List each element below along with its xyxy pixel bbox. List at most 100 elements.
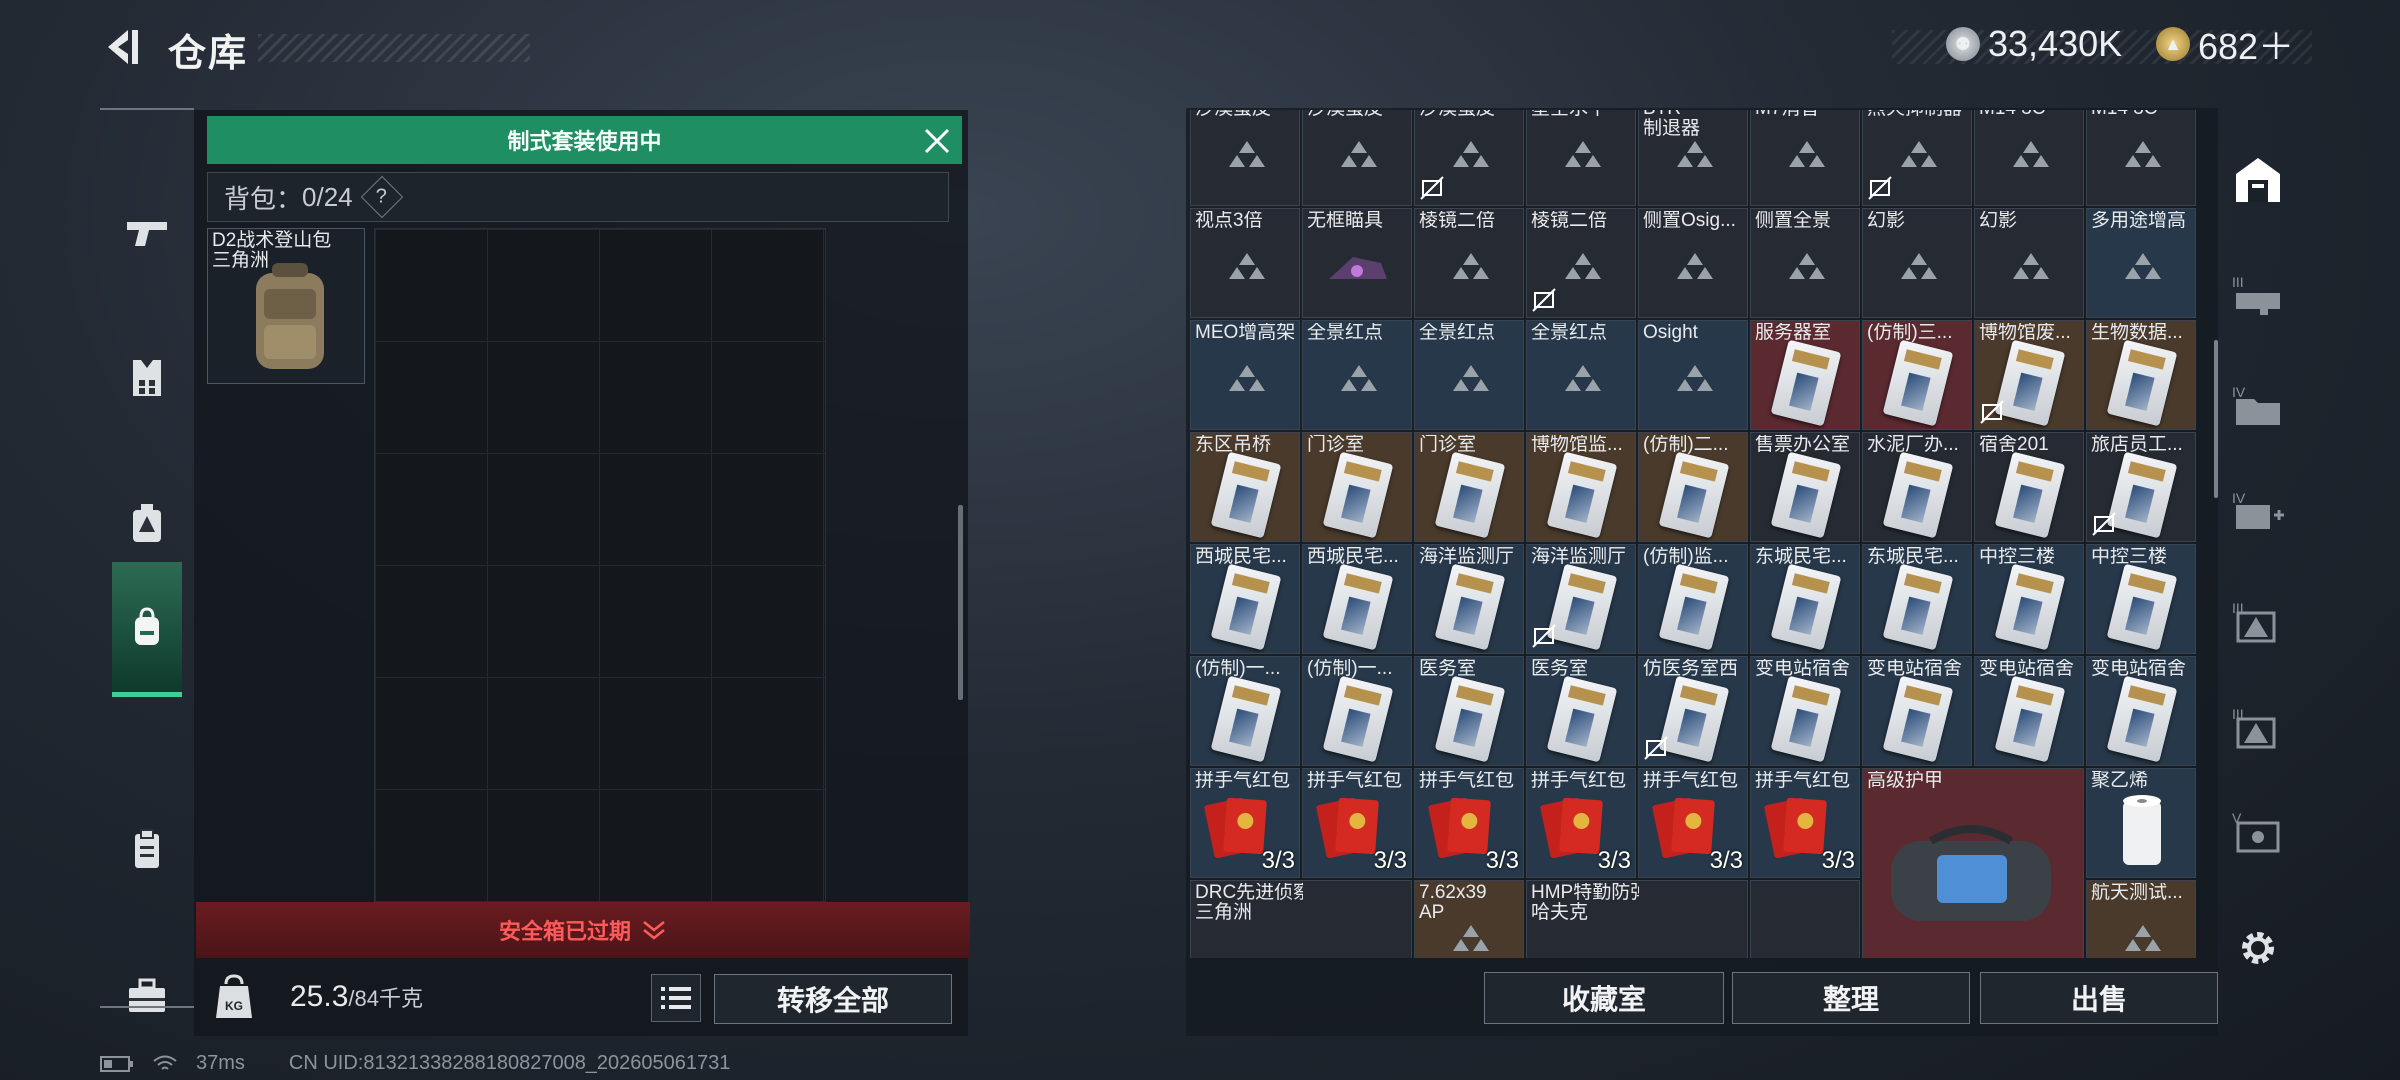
- stash-item[interactable]: DRC先进侦察胸挂 三角洲: [1190, 880, 1412, 958]
- safe-box-status: 安全箱已过期: [498, 919, 631, 944]
- stash-tab-medical[interactable]: IV: [2226, 478, 2290, 542]
- stash-item[interactable]: 旅店员工...: [2086, 432, 2196, 542]
- nav-weapons[interactable]: [112, 166, 182, 302]
- stash-item[interactable]: 变电站宿舍: [1862, 656, 1972, 766]
- stash-item[interactable]: 烈火抑制器: [1862, 110, 1972, 206]
- stash-item-name: 棱镜二倍: [1531, 211, 1608, 231]
- stash-item[interactable]: 服务器室: [1750, 320, 1860, 430]
- backpack-scrollbar[interactable]: [958, 505, 963, 700]
- nav-armor[interactable]: [112, 310, 182, 446]
- stash-item[interactable]: 沙漠蛋皮: [1414, 110, 1524, 206]
- backpack-grid[interactable]: [374, 228, 826, 904]
- stash-item[interactable]: 拼手气红包 3/3: [1526, 768, 1636, 878]
- stash-item[interactable]: 7.62x39 AP: [1414, 880, 1524, 958]
- stash-item[interactable]: 高级护甲: [1862, 768, 2084, 958]
- stash-tab-4[interactable]: IV: [2226, 372, 2290, 436]
- back-button[interactable]: [98, 24, 144, 70]
- stash-item[interactable]: 变电站宿舍: [1974, 656, 2084, 766]
- stash-item[interactable]: M14 3C: [2086, 110, 2196, 206]
- stash-item[interactable]: 棱镜二倍: [1526, 208, 1636, 318]
- stash-item[interactable]: BTR 制退器: [1638, 110, 1748, 206]
- stash-item[interactable]: 星空水平: [1526, 110, 1636, 206]
- settings-button[interactable]: [2226, 916, 2290, 980]
- nav-toolbox[interactable]: [112, 928, 182, 1064]
- stash-item[interactable]: HMP特勤防弹衣 哈夫克: [1526, 880, 1748, 958]
- stash-item-name: 侧置Osig...: [1643, 211, 1736, 231]
- stash-item[interactable]: 聚乙烯: [2086, 768, 2196, 878]
- stash-item[interactable]: 无框瞄具: [1302, 208, 1412, 318]
- stash-item[interactable]: 拼手气红包 3/3: [1190, 768, 1300, 878]
- stash-item[interactable]: (仿制)一...: [1190, 656, 1300, 766]
- stash-item[interactable]: 宿舍201: [1974, 432, 2084, 542]
- stash-item[interactable]: (仿制)二...: [1638, 432, 1748, 542]
- safe-box-expired-banner[interactable]: 安全箱已过期: [196, 902, 970, 958]
- stash-item[interactable]: 西城民宅...: [1302, 544, 1412, 654]
- stash-item[interactable]: 拼手气红包 3/3: [1302, 768, 1412, 878]
- stash-item[interactable]: 拼手气红包 3/3: [1414, 768, 1524, 878]
- stash-item[interactable]: MEO增高架: [1190, 320, 1300, 430]
- stash-item[interactable]: 沙漠蛋皮: [1302, 110, 1412, 206]
- stash-item[interactable]: 东区吊桥: [1190, 432, 1300, 542]
- stash-item[interactable]: 博物馆废...: [1974, 320, 2084, 430]
- help-button[interactable]: ?: [360, 175, 403, 219]
- stash-grid[interactable]: 沙漠蛋皮沙漠蛋皮沙漠蛋皮星空水平BTR 制退器M7消音烈火抑制器M14 3CM1…: [1190, 110, 2206, 958]
- stash-item[interactable]: 中控三楼: [1974, 544, 2084, 654]
- stash-tab-all[interactable]: [2226, 148, 2290, 212]
- stash-item[interactable]: 售票办公室: [1750, 432, 1860, 542]
- stash-item[interactable]: 生物数据...: [2086, 320, 2196, 430]
- close-kit-button[interactable]: [918, 122, 956, 160]
- stash-item[interactable]: 拼手气红包 3/3: [1638, 768, 1748, 878]
- list-view-button[interactable]: [651, 974, 701, 1022]
- stash-item[interactable]: (仿制)一...: [1302, 656, 1412, 766]
- stash-item[interactable]: 幻影: [1974, 208, 2084, 318]
- stash-tab-keys[interactable]: III: [2226, 588, 2290, 652]
- stash-item[interactable]: 全景红点: [1302, 320, 1412, 430]
- stash-tab-3[interactable]: III: [2226, 262, 2290, 326]
- stash-item[interactable]: 棱镜二倍: [1414, 208, 1524, 318]
- stash-item[interactable]: 海洋监测厅: [1414, 544, 1524, 654]
- stash-item[interactable]: M14 3C: [1974, 110, 2084, 206]
- stash-item[interactable]: 全景红点: [1526, 320, 1636, 430]
- stash-item[interactable]: 幻影: [1862, 208, 1972, 318]
- stash-item[interactable]: 医务室: [1414, 656, 1524, 766]
- stash-item[interactable]: 侧置Osig...: [1638, 208, 1748, 318]
- stash-item[interactable]: (仿制)三...: [1862, 320, 1972, 430]
- stash-tab-5[interactable]: V: [2226, 798, 2290, 862]
- nav-backpack[interactable]: [112, 562, 182, 697]
- stash-item[interactable]: 仿医务室西: [1638, 656, 1748, 766]
- stash-item[interactable]: 门诊室: [1302, 432, 1412, 542]
- stash-item[interactable]: (仿制)监...: [1638, 544, 1748, 654]
- stash-item[interactable]: 水泥厂办...: [1862, 432, 1972, 542]
- nav-case[interactable]: [112, 782, 182, 918]
- stash-item[interactable]: M7消音: [1750, 110, 1860, 206]
- stash-item[interactable]: 拼手气红包 3/3: [1750, 768, 1860, 878]
- stash-item[interactable]: 医务室: [1526, 656, 1636, 766]
- stash-item[interactable]: 西城民宅...: [1190, 544, 1300, 654]
- stash-item[interactable]: 门诊室: [1414, 432, 1524, 542]
- stash-tab-materials[interactable]: III: [2226, 694, 2290, 758]
- stash-item[interactable]: 海洋监测厅: [1526, 544, 1636, 654]
- transfer-all-button[interactable]: 转移全部: [714, 974, 952, 1024]
- stash-item[interactable]: Osight: [1638, 320, 1748, 430]
- premium-balance[interactable]: ▲ 682＋: [2156, 20, 2294, 68]
- stash-item[interactable]: [1750, 880, 1860, 958]
- sort-button[interactable]: 整理: [1732, 972, 1970, 1024]
- equipped-backpack-slot[interactable]: D2战术登山包 三角洲: [207, 228, 365, 384]
- coin-balance[interactable]: ⚉ 33,430K: [1946, 20, 2122, 68]
- stash-item[interactable]: 中控三楼: [2086, 544, 2196, 654]
- sell-button[interactable]: 出售: [1980, 972, 2218, 1024]
- stash-item[interactable]: 航天测试...: [2086, 880, 2196, 958]
- gun-icon: [127, 222, 167, 246]
- stash-item[interactable]: 变电站宿舍: [1750, 656, 1860, 766]
- stash-item[interactable]: 东城民宅...: [1750, 544, 1860, 654]
- stash-item[interactable]: 博物馆监...: [1526, 432, 1636, 542]
- stash-item[interactable]: 侧置全景: [1750, 208, 1860, 318]
- stash-item[interactable]: 沙漠蛋皮: [1190, 110, 1300, 206]
- stash-scrollbar[interactable]: [2214, 340, 2218, 498]
- stash-item[interactable]: 多用途增高: [2086, 208, 2196, 318]
- collection-room-button[interactable]: 收藏室: [1484, 972, 1724, 1024]
- stash-item[interactable]: 东城民宅...: [1862, 544, 1972, 654]
- stash-item[interactable]: 全景红点: [1414, 320, 1524, 430]
- stash-item[interactable]: 变电站宿舍: [2086, 656, 2196, 766]
- stash-item[interactable]: 视点3倍: [1190, 208, 1300, 318]
